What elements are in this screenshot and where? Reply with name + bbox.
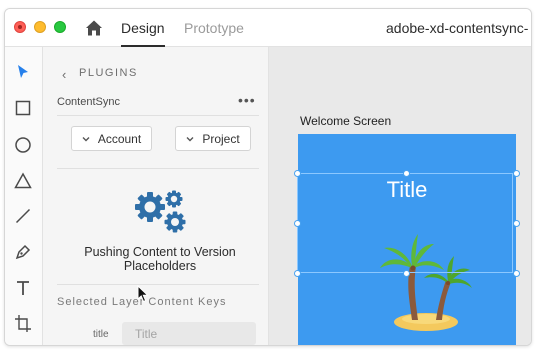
line-icon[interactable]: [13, 206, 33, 226]
pen-icon[interactable]: [13, 242, 33, 262]
close-window-button[interactable]: [14, 21, 26, 33]
chevron-down-icon: [82, 136, 90, 141]
resize-handle[interactable]: [294, 270, 301, 277]
select-arrow-icon[interactable]: [13, 62, 33, 82]
divider: [57, 115, 259, 116]
title-bar: Design Prototype adobe-xd-contentsync-: [5, 9, 531, 47]
plugin-name: ContentSync: [57, 96, 120, 108]
zoom-window-button[interactable]: [54, 21, 66, 33]
resize-handle[interactable]: [513, 170, 520, 177]
tools-toolbar: [5, 47, 43, 345]
rectangle-icon[interactable]: [13, 98, 33, 118]
back-chevron-icon[interactable]: ‹: [62, 67, 66, 82]
design-canvas[interactable]: Welcome Screen Title: [269, 47, 531, 345]
resize-handle[interactable]: [513, 270, 520, 277]
sync-status-text: Pushing Content to Version Placeholders: [84, 245, 236, 273]
divider: [57, 168, 259, 169]
plugin-panel: ‹ PLUGINS ContentSync ••• Account Projec…: [43, 47, 269, 345]
resize-handle[interactable]: [294, 220, 301, 227]
account-button[interactable]: Account: [71, 126, 152, 151]
account-button-label: Account: [97, 131, 142, 146]
document-title: adobe-xd-contentsync-: [386, 20, 529, 36]
minimize-window-button[interactable]: [34, 21, 46, 33]
panel-section-title: PLUGINS: [79, 67, 138, 79]
resize-handle[interactable]: [403, 270, 410, 277]
artboard-name[interactable]: Welcome Screen: [300, 114, 391, 128]
title-field-label: title: [93, 329, 109, 340]
resize-handle[interactable]: [403, 170, 410, 177]
text-icon[interactable]: [13, 278, 33, 298]
resize-handle[interactable]: [294, 170, 301, 177]
artboard-icon[interactable]: [13, 313, 33, 333]
home-icon[interactable]: [84, 18, 104, 38]
project-button[interactable]: Project: [175, 126, 251, 151]
ellipse-icon[interactable]: [13, 135, 33, 155]
title-field-input[interactable]: [122, 322, 256, 345]
more-options-icon[interactable]: •••: [238, 92, 256, 108]
tab-design[interactable]: Design: [121, 20, 165, 47]
mouse-cursor-icon: [137, 285, 149, 303]
project-button-label: Project: [202, 131, 240, 146]
triangle-icon[interactable]: [13, 171, 33, 191]
selection-bounding-box: [297, 173, 513, 273]
gears-icon: [135, 190, 186, 233]
resize-handle[interactable]: [513, 220, 520, 227]
chevron-down-icon: [186, 136, 194, 141]
tab-prototype[interactable]: Prototype: [184, 20, 244, 36]
divider: [57, 284, 259, 285]
app-window: Design Prototype adobe-xd-contentsync- ‹…: [4, 8, 532, 346]
